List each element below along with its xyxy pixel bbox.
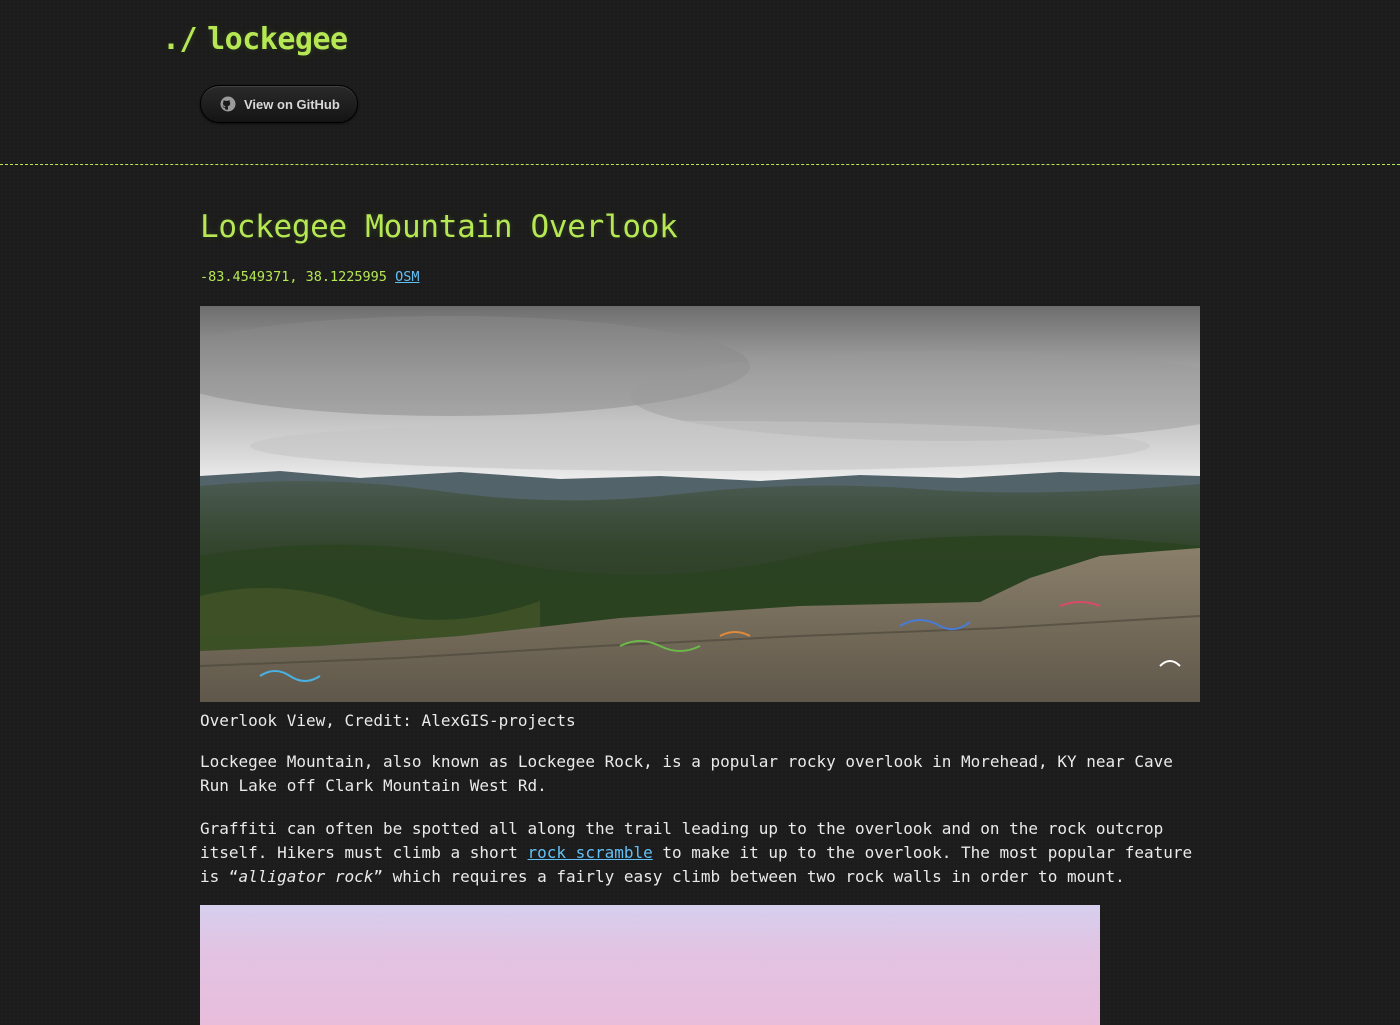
github-icon — [220, 96, 236, 112]
github-button-label: View on GitHub — [244, 96, 340, 112]
site-title-text: lockegee — [207, 22, 348, 57]
site-title[interactable]: ./ lockegee — [162, 22, 348, 57]
main-content: Lockegee Mountain Overlook -83.4549371, … — [200, 165, 1200, 1025]
paragraph-text: ” which requires a fairly easy climb bet… — [373, 867, 1125, 886]
photo-caption: Overlook View, Credit: AlexGIS-projects — [200, 711, 576, 730]
paragraph-intro: Lockegee Mountain, also known as Lockege… — [200, 752, 1173, 795]
rock-scramble-link[interactable]: rock scramble — [528, 843, 653, 862]
overlook-photo — [200, 306, 1200, 702]
paragraph-graffiti: Graffiti can often be spotted all along … — [200, 817, 1200, 889]
coordinates-line: -83.4549371, 38.1225995 OSM — [200, 269, 1200, 285]
view-on-github-button[interactable]: View on GitHub — [200, 85, 358, 123]
alligator-rock-emphasis: alligator rock — [238, 867, 374, 886]
coordinates-text: -83.4549371, 38.1225995 — [200, 269, 387, 285]
osm-link[interactable]: OSM — [395, 269, 419, 285]
sunset-photo — [200, 905, 1100, 1025]
site-header: ./ lockegee View on GitHub — [0, 0, 1400, 165]
post-title: Lockegee Mountain Overlook — [200, 209, 678, 245]
site-title-prefix: ./ — [162, 22, 198, 57]
